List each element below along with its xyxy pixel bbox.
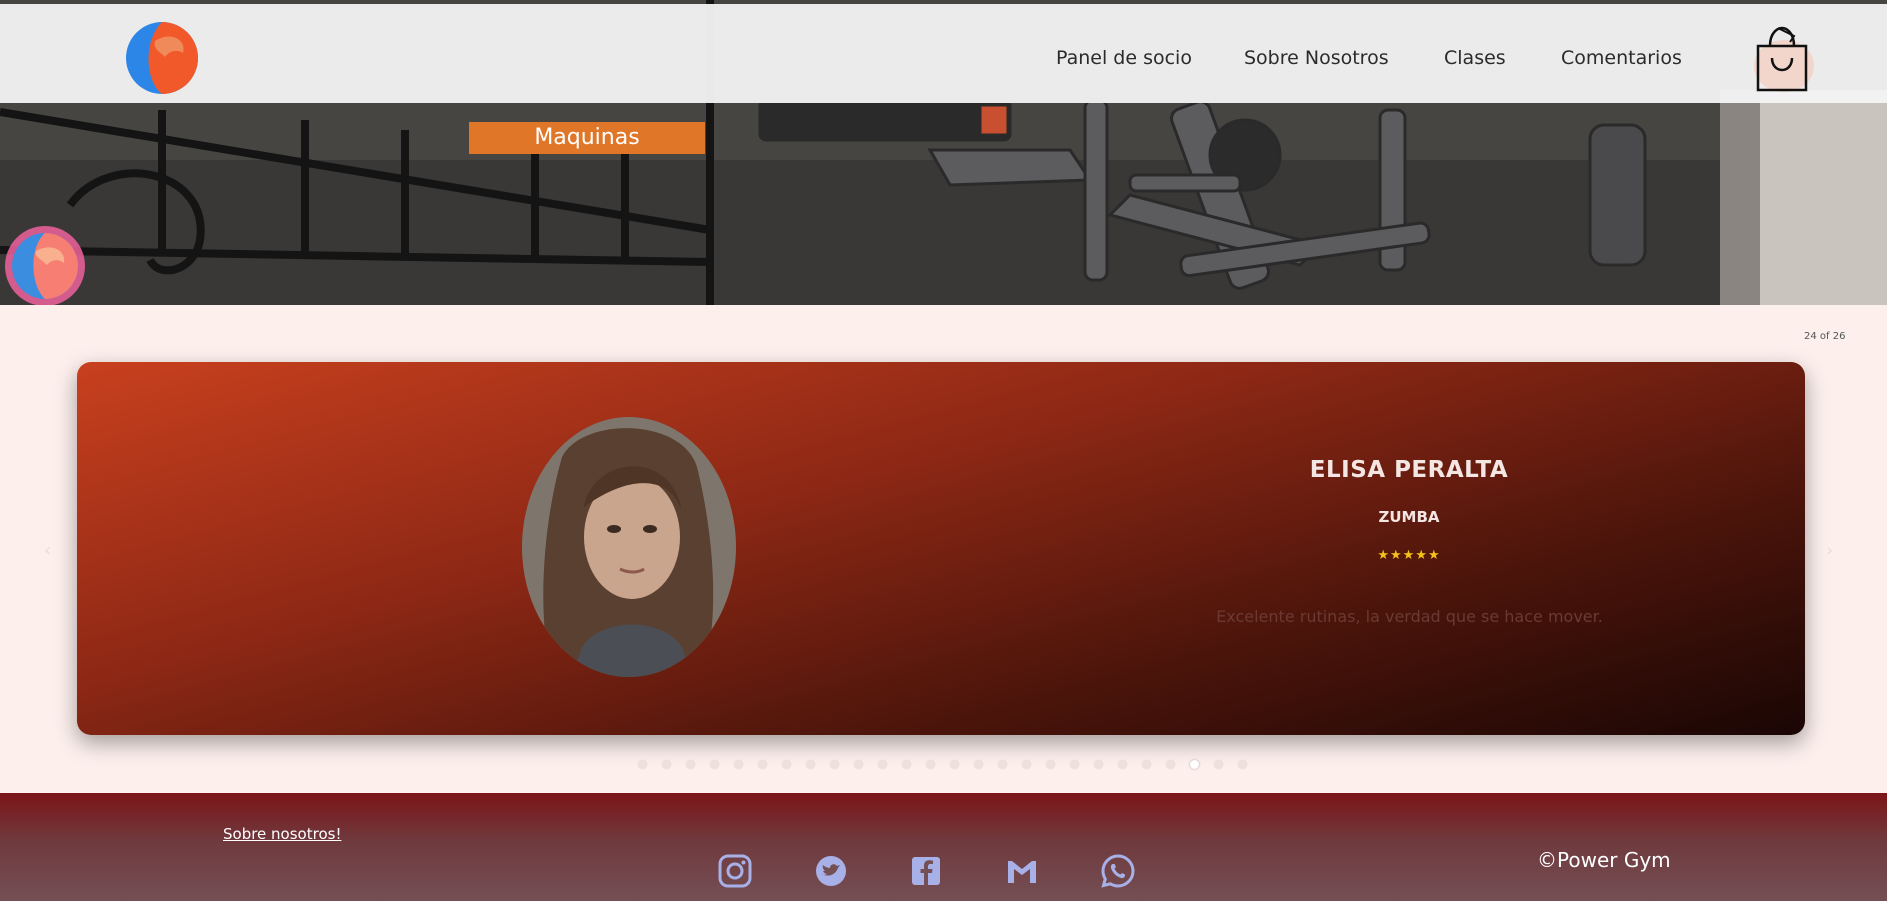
carousel-prev-arrow-icon[interactable]: ‹ xyxy=(44,540,56,561)
carousel-dot[interactable] xyxy=(854,760,863,769)
review-comment: Excelente rutinas, la verdad que se hace… xyxy=(1216,607,1603,626)
twitter-icon[interactable] xyxy=(813,853,849,889)
carousel-dot[interactable] xyxy=(1214,760,1223,769)
nav-comentarios[interactable]: Comentarios xyxy=(1561,47,1682,69)
carousel-dot[interactable] xyxy=(998,760,1007,769)
category-label[interactable]: Maquinas xyxy=(469,122,705,154)
whatsapp-icon[interactable] xyxy=(1100,853,1136,889)
gmail-icon[interactable] xyxy=(1004,853,1040,889)
reviewer-avatar xyxy=(522,417,736,677)
carousel-indicators xyxy=(638,760,1247,772)
carousel-dot[interactable] xyxy=(1070,760,1079,769)
top-navbar: Panel de socio Sobre Nosotros Clases Com… xyxy=(0,4,1887,103)
carousel-dot[interactable] xyxy=(1118,760,1127,769)
carousel-dot[interactable] xyxy=(686,760,695,769)
footer: Sobre nosotros! ©Power Gym xyxy=(0,793,1887,901)
carousel-dot[interactable] xyxy=(734,760,743,769)
instagram-icon[interactable] xyxy=(717,853,753,889)
carousel-dot[interactable] xyxy=(710,760,719,769)
facebook-icon[interactable] xyxy=(908,853,944,889)
nav-clases[interactable]: Clases xyxy=(1444,47,1506,69)
carousel-dot[interactable] xyxy=(902,760,911,769)
carousel-dot[interactable] xyxy=(1142,760,1151,769)
rating-stars: ★★★★★ xyxy=(1377,548,1441,563)
carousel-dot[interactable] xyxy=(830,760,839,769)
carousel-dot[interactable] xyxy=(1046,760,1055,769)
hero-banner: Panel de socio Sobre Nosotros Clases Com… xyxy=(0,0,1887,305)
carousel-dot[interactable] xyxy=(950,760,959,769)
nav-sobre-nosotros[interactable]: Sobre Nosotros xyxy=(1244,47,1389,69)
carousel-dot[interactable] xyxy=(758,760,767,769)
shopping-bag-icon[interactable] xyxy=(1750,22,1814,94)
carousel-dot[interactable] xyxy=(1022,760,1031,769)
carousel-dot[interactable] xyxy=(806,760,815,769)
carousel-dot[interactable] xyxy=(1190,760,1199,769)
carousel-dot[interactable] xyxy=(638,760,647,769)
copyright-text: ©Power Gym xyxy=(1537,848,1671,872)
carousel-dot[interactable] xyxy=(1166,760,1175,769)
power-gym-logo[interactable] xyxy=(125,21,199,95)
carousel-dot[interactable] xyxy=(1238,760,1247,769)
testimonial-card: ELISA PERALTA ZUMBA ★★★★★ Excelente ruti… xyxy=(77,362,1805,735)
floating-logo-badge[interactable] xyxy=(4,225,86,305)
carousel-dot[interactable] xyxy=(662,760,671,769)
slide-counter: 24 of 26 xyxy=(1804,331,1846,342)
carousel-dot[interactable] xyxy=(878,760,887,769)
carousel-dot[interactable] xyxy=(974,760,983,769)
nav-panel-socio[interactable]: Panel de socio xyxy=(1056,47,1192,69)
carousel-dot[interactable] xyxy=(782,760,791,769)
carousel-next-arrow-icon[interactable]: › xyxy=(1826,540,1838,561)
carousel-dot[interactable] xyxy=(1094,760,1103,769)
carousel-dot[interactable] xyxy=(926,760,935,769)
reviewer-name: ELISA PERALTA xyxy=(1309,457,1509,483)
footer-about-link[interactable]: Sobre nosotros! xyxy=(223,825,341,843)
reviewer-class: ZUMBA xyxy=(1378,508,1440,526)
